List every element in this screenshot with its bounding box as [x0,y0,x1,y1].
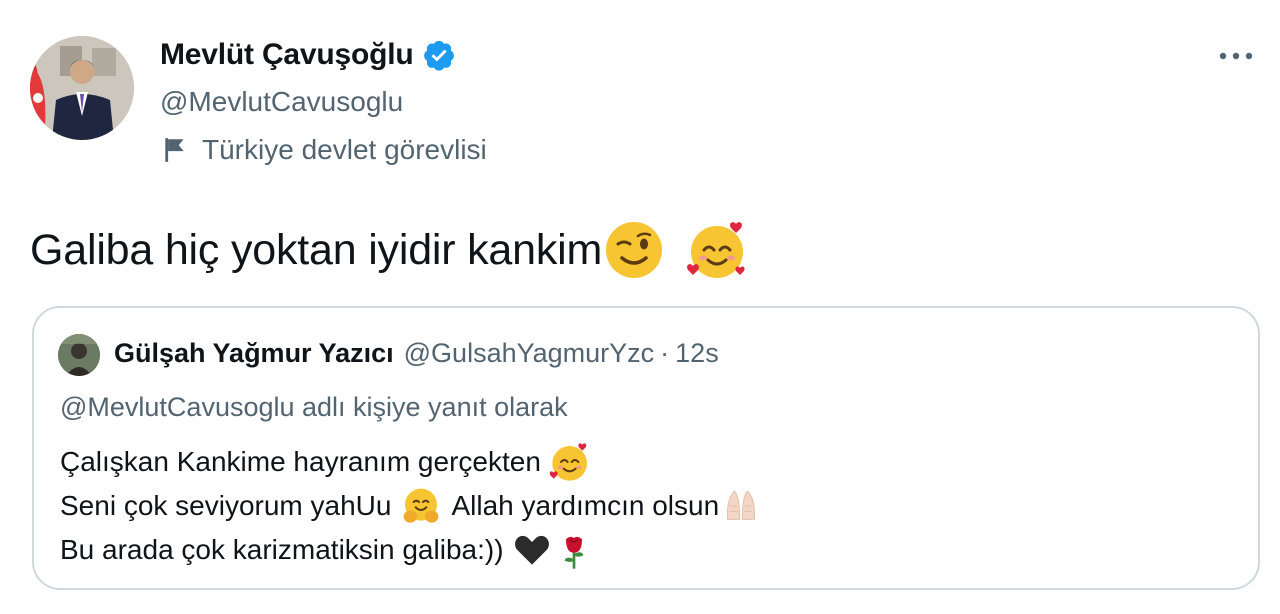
black-heart-emoji [514,535,549,565]
quoted-tweet-time[interactable]: 12s [675,338,719,369]
quoted-text-line-2a: Seni çok seviyorum yahUu [60,490,392,521]
quoted-text-line-2: Seni çok seviyorum yahUu Allah yardımcın… [60,486,761,526]
winking-face-emoji [606,222,663,278]
quoted-text-line-2b: Allah yardımcın olsun [451,490,720,521]
flag-icon [165,138,184,162]
tweet-card: Mevlüt Çavuşoğlu @MevlutCavusoglu Türkiy… [0,0,1280,614]
more-options-button[interactable] [1214,38,1258,74]
quoted-tweet[interactable]: Gülşah Yağmur Yazıcı @GulsahYagmurYzc · … [32,306,1260,590]
quoted-author-avatar[interactable] [58,334,100,376]
smiling-face-with-hearts-emoji [549,443,587,481]
folded-hands-emoji [727,490,756,520]
author-handle[interactable]: @MevlutCavusoglu [160,86,403,118]
hugging-face-emoji [404,488,439,523]
quoted-author-name[interactable]: Gülşah Yağmur Yazıcı [114,338,394,369]
quoted-text-line-3-text: Bu arada çok karizmatiksin galiba:)) [60,534,504,565]
verified-badge-icon [423,40,454,71]
smiling-face-with-hearts-emoji [687,222,745,278]
quoted-text-line-1: Çalışkan Kankime hayranım gerçekten [60,442,589,482]
quoted-author-handle[interactable]: @GulsahYagmurYzc [404,338,655,369]
author-name-row[interactable]: Mevlüt Çavuşoğlu [160,38,456,72]
author-avatar[interactable] [30,36,134,140]
affiliation-label: Türkiye devlet görevlisi [162,134,487,166]
header-separator: · [660,338,670,368]
affiliation-text: Türkiye devlet görevlisi [202,134,487,165]
quoted-text-line-1-text: Çalışkan Kankime hayranım gerçekten [60,446,541,477]
quoted-text-line-3: Bu arada çok karizmatiksin galiba:)) [60,530,594,570]
reply-context: @MevlutCavusoglu adlı kişiye yanıt olara… [60,392,568,422]
more-horizontal-icon [1219,52,1253,60]
tweet-text: Galiba hiç yoktan iyidir kankim [30,220,746,280]
tweet-text-content: Galiba hiç yoktan iyidir kankim [30,225,603,274]
quoted-tweet-header: Gülşah Yağmur Yazıcı @GulsahYagmurYzc · … [114,338,719,369]
author-display-name[interactable]: Mevlüt Çavuşoğlu [160,38,414,72]
rose-emoji [564,536,583,569]
